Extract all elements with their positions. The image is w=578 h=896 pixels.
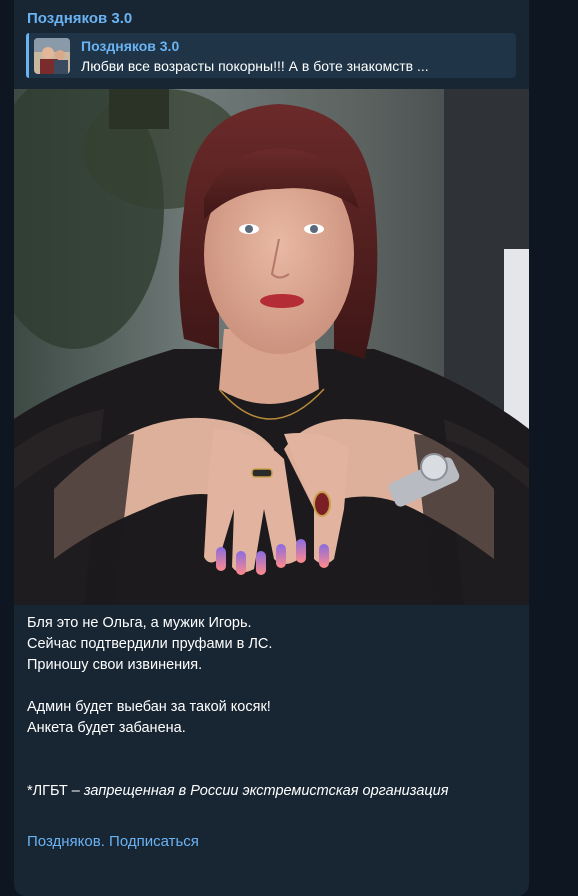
message-footer: Поздняков. Подписаться [27,833,199,850]
reply-thumbnail [34,38,70,74]
reply-accent-bar [26,33,29,78]
message-text: Бля это не Ольга, а мужик Игорь. Сейчас … [27,613,517,802]
reply-title: Поздняков 3.0 [81,38,180,54]
reply-text: Любви все возрасты покорны!!! А в боте з… [81,58,429,74]
channel-message: Поздняков 3.0 Поздняков 3.0 Любви все во… [14,0,529,896]
text-line: Анкета будет забанена. [27,720,186,736]
disclaimer-note: *ЛГБТ – запрещенная в России экстремистс… [27,781,517,802]
post-photo[interactable] [14,89,529,605]
note-text: – запрещенная в России экстремистская ор… [67,783,449,799]
text-line: Админ будет выебан за такой косяк! [27,699,271,715]
text-line: Бля это не Ольга, а мужик Игорь. [27,615,252,631]
sender-name[interactable]: Поздняков 3.0 [27,10,132,27]
text-line: Сейчас подтвердили пруфами в ЛС. [27,636,273,652]
channel-link[interactable]: Поздняков. [27,833,105,850]
reply-preview[interactable]: Поздняков 3.0 Любви все возрасты покорны… [26,33,516,78]
subscribe-link[interactable]: Подписаться [109,833,199,850]
note-prefix: *ЛГБТ [27,783,68,799]
text-line: Приношу свои извинения. [27,657,203,673]
